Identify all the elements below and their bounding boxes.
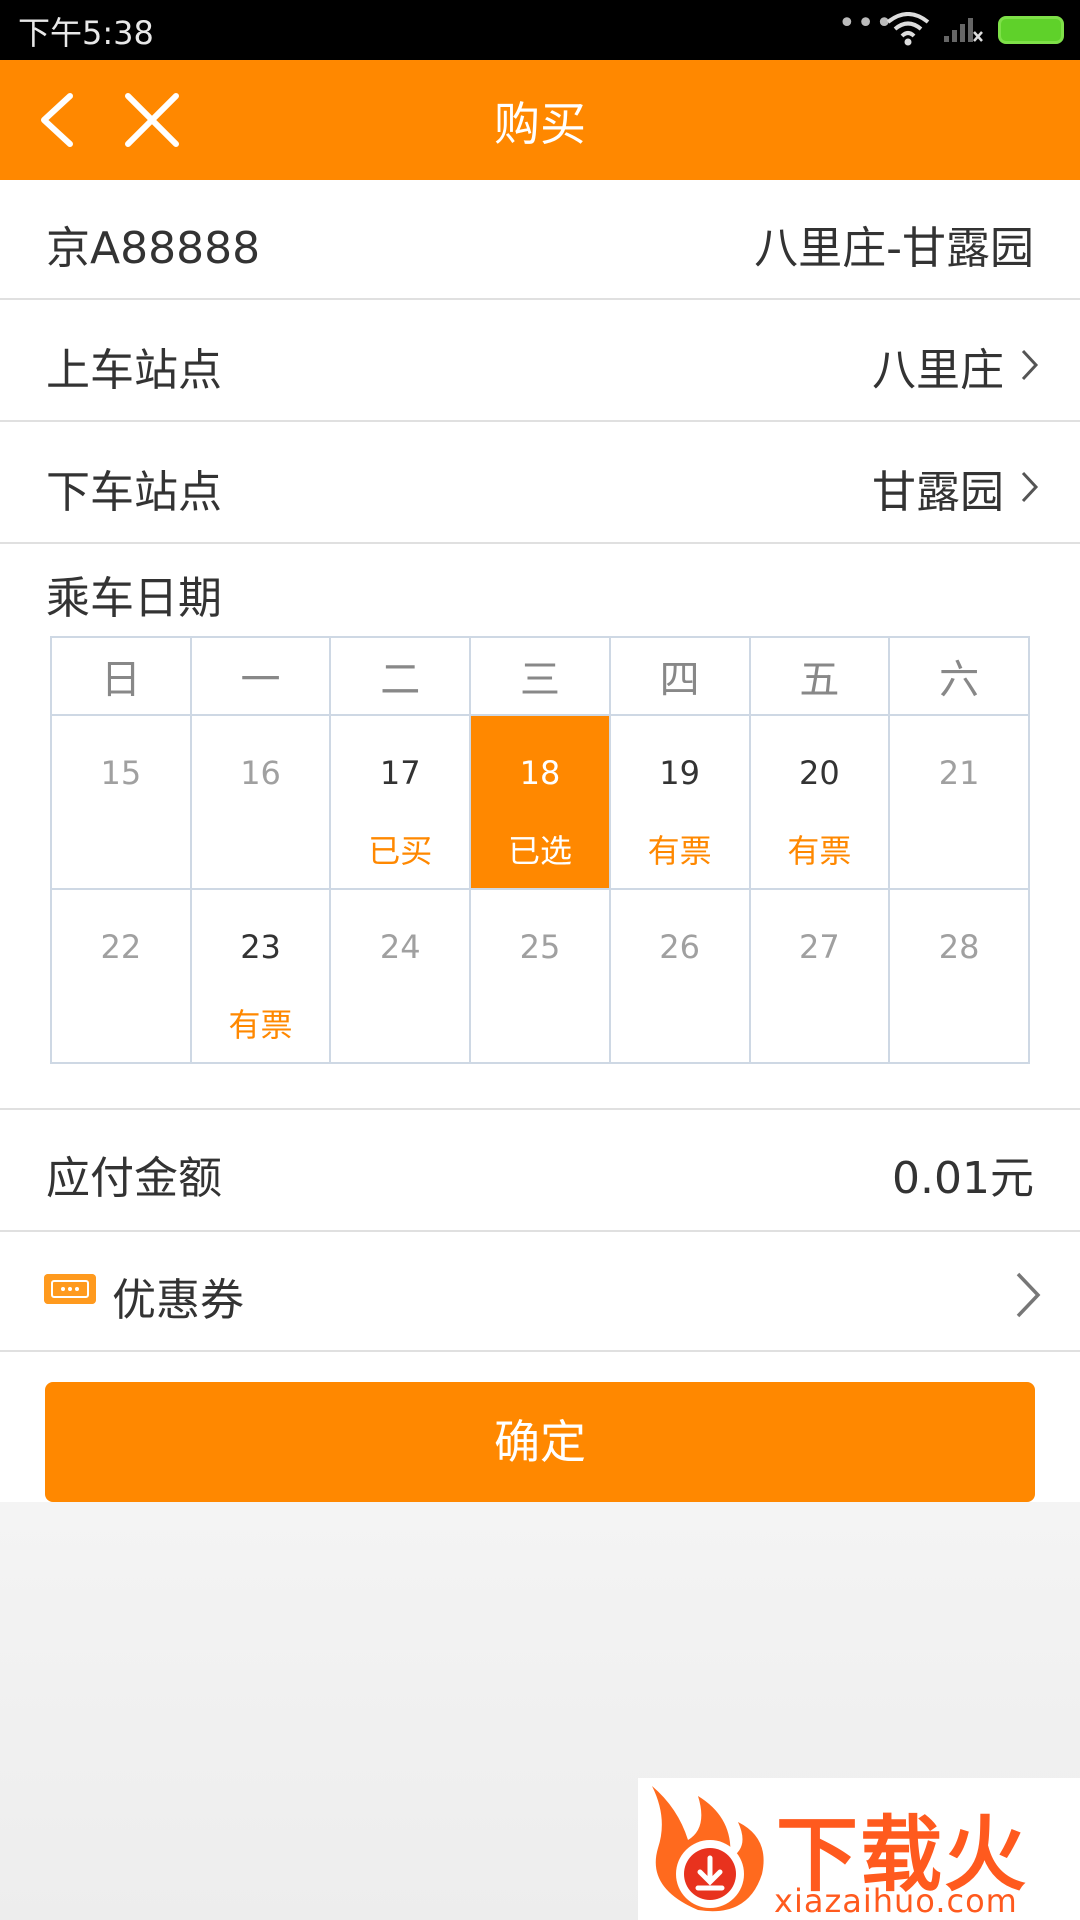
wifi-icon: [886, 12, 930, 46]
confirm-button[interactable]: 确定: [45, 1382, 1035, 1502]
chevron-right-icon: [1021, 471, 1039, 503]
day-status: 有票: [647, 832, 712, 870]
app-bar: 购买: [0, 60, 1080, 180]
calendar-day[interactable]: 22: [50, 888, 192, 1064]
calendar-day[interactable]: 17 已买: [329, 714, 472, 890]
day-number: 21: [938, 754, 980, 792]
alighting-station-label: 下车站点: [46, 467, 222, 518]
calendar-day[interactable]: 20 有票: [748, 714, 891, 890]
calendar-week: 15 16 17 已买 18 已选 19 有票 20 有票 21: [50, 714, 1030, 890]
amount-label: 应付金额: [46, 1153, 222, 1204]
day-status: 有票: [787, 832, 852, 870]
signal-icon: [944, 18, 983, 42]
day-number: 18: [519, 754, 561, 792]
ticket-icon: [44, 1274, 96, 1304]
battery-icon: [998, 16, 1064, 44]
calendar-day[interactable]: 27: [748, 888, 891, 1064]
day-number: 27: [799, 928, 840, 966]
weekday-label: 日: [50, 636, 192, 716]
chevron-right-icon: [1021, 349, 1039, 381]
chevron-right-icon: [1016, 1272, 1041, 1318]
day-number: 22: [100, 928, 142, 966]
day-number: 16: [240, 754, 281, 792]
day-number: 15: [100, 754, 142, 792]
day-number: 23: [240, 928, 281, 966]
weekday-label: 三: [469, 636, 611, 716]
calendar-day[interactable]: 26: [608, 888, 751, 1064]
boarding-station-label: 上车站点: [46, 345, 222, 396]
calendar-day[interactable]: 21: [888, 714, 1030, 890]
calendar-day[interactable]: 24: [329, 888, 472, 1064]
watermark: 下载火 xiazaihuo.com: [638, 1778, 1080, 1920]
day-status: 已买: [368, 832, 433, 870]
calendar-day[interactable]: 19 有票: [608, 714, 751, 890]
day-number: 24: [379, 928, 421, 966]
day-status: 已选: [507, 832, 572, 870]
day-number: 28: [938, 928, 980, 966]
day-status: 有票: [228, 1006, 293, 1044]
alighting-station-value: 甘露园: [872, 467, 1004, 518]
route-row: 京A88888 八里庄-甘露园: [0, 180, 1080, 300]
day-number: 26: [659, 928, 701, 966]
day-number: 20: [799, 754, 840, 792]
day-number: 17: [379, 754, 421, 792]
calendar-day[interactable]: 15: [50, 714, 192, 890]
status-time: 下午5:38: [18, 14, 154, 52]
calendar-day[interactable]: 23 有票: [189, 888, 332, 1064]
calendar-day[interactable]: 25: [469, 888, 611, 1064]
ride-date-label: 乘车日期: [46, 573, 222, 624]
day-number: 25: [519, 928, 561, 966]
page-title: 购买: [494, 97, 586, 151]
weekday-label: 二: [329, 636, 472, 716]
date-calendar: 日 一 二 三 四 五 六 15 16 17 已买 18 已选 19 有票 20 有票 …: [50, 636, 1030, 1064]
day-number: 19: [659, 754, 701, 792]
calendar-day[interactable]: 16: [189, 714, 332, 890]
coupon-row[interactable]: 优惠券: [0, 1232, 1080, 1352]
weekday-label: 四: [608, 636, 751, 716]
calendar-day[interactable]: 28: [888, 888, 1030, 1064]
weekday-label: 一: [189, 636, 332, 716]
amount-row: 应付金额 0.01元: [0, 1108, 1080, 1232]
status-bar: 下午5:38 •••: [0, 0, 1080, 60]
alighting-station-row[interactable]: 下车站点 甘露园: [0, 424, 1080, 544]
watermark-logo-icon: [652, 1786, 764, 1912]
calendar-day[interactable]: 18 已选: [469, 714, 611, 890]
calendar-week: 22 23 有票 24 25 26 27 28: [50, 888, 1030, 1064]
amount-value: 0.01元: [892, 1153, 1034, 1204]
plate-number: 京A88888: [46, 223, 261, 274]
weekday-label: 六: [888, 636, 1030, 716]
route-name: 八里庄-甘露园: [754, 223, 1034, 274]
boarding-station-row[interactable]: 上车站点 八里庄: [0, 302, 1080, 422]
weekday-label: 五: [748, 636, 891, 716]
boarding-station-value: 八里庄: [872, 345, 1004, 396]
weekday-header: 日 一 二 三 四 五 六: [50, 636, 1030, 716]
coupon-label: 优惠券: [112, 1275, 244, 1326]
watermark-url: xiazaihuo.com: [774, 1882, 1018, 1920]
